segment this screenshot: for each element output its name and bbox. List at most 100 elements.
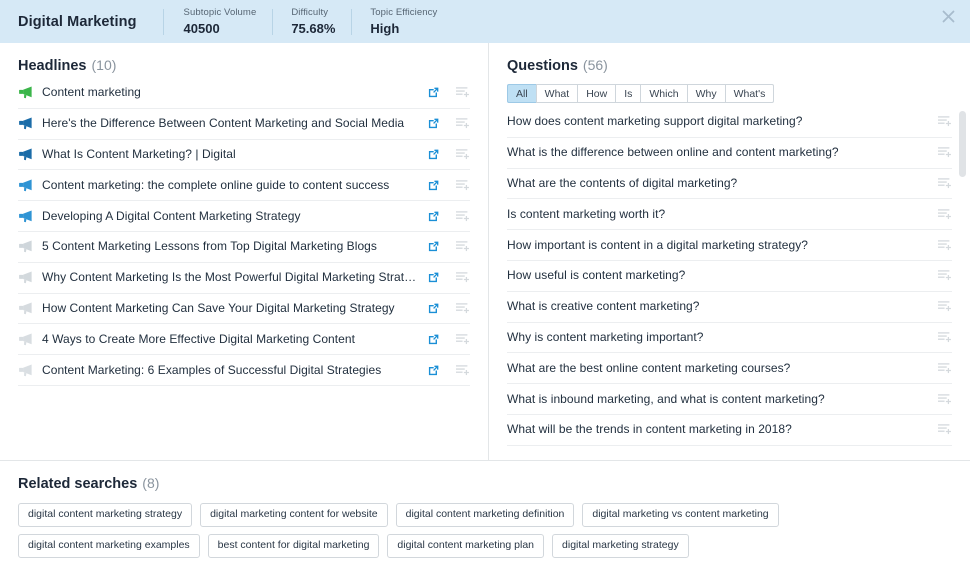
headlines-list: Content marketing Here's the Difference B…	[0, 78, 488, 386]
question-row[interactable]: How useful is content marketing?	[507, 261, 952, 292]
close-button[interactable]	[937, 5, 959, 27]
tab-which[interactable]: Which	[640, 84, 687, 103]
questions-header: Questions (56) All What How Is Which Why What'…	[489, 43, 970, 103]
questions-scroll-area: How does content marketing support digit…	[489, 107, 970, 460]
tab-whats[interactable]: What's	[724, 84, 775, 103]
megaphone-icon	[19, 364, 32, 376]
stat-value: 75.68%	[291, 21, 336, 36]
related-search-chip[interactable]: digital content marketing definition	[395, 503, 575, 527]
megaphone-icon	[19, 240, 32, 253]
add-to-list-icon[interactable]	[938, 177, 952, 190]
question-row[interactable]: What is creative content marketing?	[507, 292, 952, 323]
question-text: What is creative content marketing?	[507, 299, 700, 314]
stat-label: Subtopic Volume	[183, 7, 257, 18]
headline-row[interactable]: Why Content Marketing Is the Most Powerf…	[18, 263, 470, 294]
add-to-list-icon[interactable]	[938, 208, 952, 221]
question-text: What is the difference between online an…	[507, 145, 839, 160]
question-row[interactable]: What are the contents of digital marketi…	[507, 169, 952, 200]
question-text: Why is content marketing important?	[507, 329, 704, 344]
headline-row[interactable]: Here's the Difference Between Content Ma…	[18, 109, 470, 140]
tab-how[interactable]: How	[577, 84, 616, 103]
question-text: Is content marketing worth it?	[507, 206, 666, 221]
tab-all[interactable]: All	[507, 84, 536, 103]
question-row[interactable]: What is the difference between online an…	[507, 138, 952, 169]
external-link-icon[interactable]	[428, 303, 439, 314]
megaphone-icon	[19, 148, 32, 161]
question-row[interactable]: What are the best online content marketi…	[507, 353, 952, 385]
add-to-list-icon[interactable]	[938, 115, 952, 128]
headline-row[interactable]: 4 Ways to Create More Effective Digital …	[18, 324, 470, 356]
external-link-icon[interactable]	[428, 272, 439, 283]
question-filter-tabs: All What How Is Which Why What's	[507, 84, 952, 103]
external-link-icon[interactable]	[428, 334, 439, 345]
megaphone-icon	[19, 86, 32, 99]
related-search-chip[interactable]: digital marketing strategy	[552, 534, 689, 558]
question-row[interactable]: How important is content in a digital ma…	[507, 230, 952, 261]
add-to-list-icon[interactable]	[456, 86, 470, 99]
question-row[interactable]: Why is content marketing important?	[507, 323, 952, 354]
add-to-list-icon[interactable]	[456, 302, 470, 315]
related-searches-title: Related searches	[18, 476, 138, 492]
add-to-list-icon[interactable]	[456, 117, 470, 130]
questions-scrollbar-thumb[interactable]	[959, 111, 966, 177]
tab-is[interactable]: Is	[615, 84, 641, 103]
add-to-list-icon[interactable]	[456, 364, 470, 377]
add-to-list-icon[interactable]	[938, 331, 952, 344]
question-text: What is inbound marketing, and what is c…	[507, 391, 825, 406]
headline-row[interactable]: Content Marketing: 6 Examples of Success…	[18, 355, 470, 386]
megaphone-icon	[19, 210, 32, 222]
megaphone-icon	[19, 302, 32, 315]
panel-header: Digital Marketing Subtopic Volume 40500 …	[0, 0, 970, 43]
headlines-count: (10)	[91, 57, 117, 73]
external-link-icon[interactable]	[428, 241, 439, 252]
related-search-chip[interactable]: best content for digital marketing	[207, 534, 380, 558]
headline-row[interactable]: Content marketing	[18, 78, 470, 109]
add-to-list-icon[interactable]	[938, 239, 952, 252]
tab-why[interactable]: Why	[686, 84, 725, 103]
related-searches-chips: digital content marketing strategy digita…	[18, 503, 952, 558]
related-searches-section: Related searches (8) digital content mar…	[0, 461, 970, 574]
question-row[interactable]: Is content marketing worth it?	[507, 199, 952, 231]
external-link-icon[interactable]	[428, 365, 439, 376]
add-to-list-icon[interactable]	[456, 148, 470, 161]
external-link-icon[interactable]	[428, 87, 439, 98]
headline-row[interactable]: Developing A Digital Content Marketing S…	[18, 201, 470, 232]
headline-title: Here's the Difference Between Content Ma…	[42, 116, 405, 131]
add-to-list-icon[interactable]	[938, 269, 952, 282]
related-search-chip[interactable]: digital marketing vs content marketing	[582, 503, 779, 527]
headline-title: 5 Content Marketing Lessons from Top Dig…	[42, 239, 377, 254]
add-to-list-icon[interactable]	[938, 146, 952, 159]
external-link-icon[interactable]	[428, 180, 439, 191]
add-to-list-icon[interactable]	[456, 333, 470, 346]
add-to-list-icon[interactable]	[938, 393, 952, 406]
question-text: How does content marketing support digit…	[507, 114, 803, 129]
questions-title-row: Questions (56)	[507, 57, 952, 74]
add-to-list-icon[interactable]	[938, 300, 952, 313]
add-to-list-icon[interactable]	[938, 362, 952, 375]
add-to-list-icon[interactable]	[456, 271, 470, 284]
main-content: Headlines (10) Content marketing Here's t…	[0, 43, 970, 461]
question-row[interactable]: What is inbound marketing, and what is c…	[507, 384, 952, 415]
subtopic-detail-panel: Digital Marketing Subtopic Volume 40500 …	[0, 0, 970, 574]
add-to-list-icon[interactable]	[456, 240, 470, 253]
add-to-list-icon[interactable]	[938, 423, 952, 436]
related-search-chip[interactable]: digital content marketing examples	[18, 534, 200, 558]
related-search-chip[interactable]: digital marketing content for website	[200, 503, 388, 527]
external-link-icon[interactable]	[428, 149, 439, 160]
question-row[interactable]: What will be the trends in content marke…	[507, 415, 952, 446]
related-search-chip[interactable]: digital content marketing plan	[387, 534, 545, 558]
headline-row[interactable]: Content marketing: the complete online g…	[18, 170, 470, 202]
add-to-list-icon[interactable]	[456, 179, 470, 192]
questions-scrollbar-track[interactable]	[959, 107, 966, 460]
external-link-icon[interactable]	[428, 118, 439, 129]
related-search-chip[interactable]: digital content marketing strategy	[18, 503, 193, 527]
headline-title: Content marketing: the complete online g…	[42, 177, 390, 192]
question-row[interactable]: How does content marketing support digit…	[507, 107, 952, 138]
headline-row[interactable]: What Is Content Marketing? | Digital	[18, 140, 470, 171]
questions-list: How does content marketing support digit…	[489, 107, 970, 446]
add-to-list-icon[interactable]	[456, 210, 470, 223]
headline-row[interactable]: How Content Marketing Can Save Your Digi…	[18, 294, 470, 325]
tab-what[interactable]: What	[535, 84, 578, 103]
external-link-icon[interactable]	[428, 211, 439, 222]
headline-row[interactable]: 5 Content Marketing Lessons from Top Dig…	[18, 232, 470, 263]
